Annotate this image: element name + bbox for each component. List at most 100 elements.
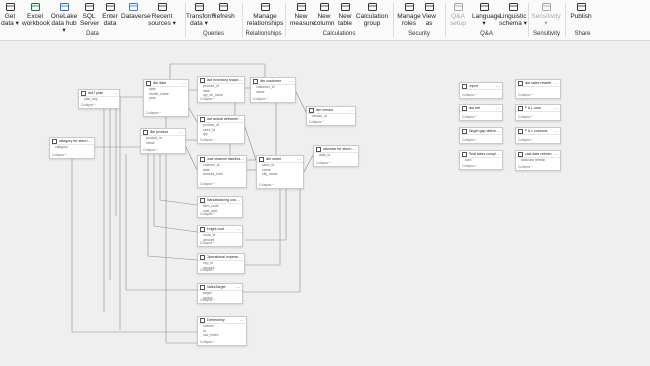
table-card-header[interactable]: category for store health⋯	[50, 138, 94, 145]
more-options-icon[interactable]: ⋯	[554, 81, 558, 86]
table-card-header[interactable]: freight cost ⋯	[198, 226, 242, 233]
collapse-toggle[interactable]: Collapse ^	[200, 97, 215, 101]
table-card-header[interactable]: dim outlet ⋯	[257, 156, 303, 163]
table-field[interactable]: date_id	[314, 153, 358, 158]
table-card[interactable]: fact7 plan ⋯ plan_key Collapse ^	[78, 89, 120, 109]
table-field[interactable]: category	[50, 145, 94, 150]
table-card[interactable]: last sales rewrite ⋯ Collapse ^	[515, 79, 561, 99]
collapse-toggle[interactable]: Collapse ^	[309, 120, 324, 124]
table-card[interactable]: fact inventory snapshot⋯product_iddateqt…	[197, 76, 245, 103]
collapse-toggle[interactable]: Collapse ^	[253, 97, 268, 101]
table-card[interactable]: Operational expense ⋯ exp_id amount Collapse…	[197, 253, 245, 274]
more-options-icon[interactable]: ⋯	[182, 81, 186, 86]
table-card-header[interactable]: Real sales complete⋯	[460, 151, 502, 158]
collapse-toggle[interactable]: Collapse ^	[200, 212, 215, 216]
more-options-icon[interactable]: ⋯	[88, 139, 92, 144]
collapse-toggle[interactable]: Collapse ^	[462, 115, 477, 119]
more-options-icon[interactable]: ⋯	[554, 129, 558, 134]
table-card[interactable]: dim product ⋯ product_id name Collapse ^	[140, 128, 186, 154]
more-options-icon[interactable]: ⋯	[238, 78, 242, 83]
more-options-icon[interactable]: ⋯	[179, 130, 183, 135]
table-card-header[interactable]: last refr ⋯	[460, 105, 502, 112]
table-card[interactable]: dim vendor ⋯ vendor_id Collapse ^	[306, 106, 356, 126]
table-card-header[interactable]: report ⋯	[460, 83, 502, 90]
more-options-icon[interactable]: ⋯	[496, 84, 500, 89]
more-options-icon[interactable]: ⋯	[236, 285, 240, 290]
table-card[interactable]: P & L columns ⋯ Collapse ^	[515, 127, 561, 144]
table-card[interactable]: report ⋯ Collapse ^	[459, 82, 503, 99]
more-options-icon[interactable]: ⋯	[297, 157, 301, 162]
table-card-header[interactable]: dim product ⋯	[141, 129, 185, 136]
collapse-toggle[interactable]: Collapse ^	[200, 340, 215, 344]
collapse-toggle[interactable]: Collapse ^	[518, 93, 533, 97]
table-card-header[interactable]: dim date ⋯	[144, 80, 188, 87]
collapse-toggle[interactable]: Collapse ^	[200, 241, 215, 245]
collapse-toggle[interactable]: Collapse ^	[259, 183, 274, 187]
table-field[interactable]: amount_total	[198, 172, 246, 177]
table-field[interactable]: city_name	[257, 172, 303, 177]
collapse-toggle[interactable]: Collapse ^	[146, 111, 161, 115]
more-options-icon[interactable]: ⋯	[236, 227, 240, 232]
more-options-icon[interactable]: ⋯	[496, 129, 500, 134]
table-card[interactable]: dim outlet ⋯ store_id name city_name Collapse…	[256, 155, 304, 189]
table-card[interactable]: P & L sum ⋯ Collapse ^	[515, 104, 561, 121]
table-card-header[interactable]: fact actual deliveries ⋯	[198, 116, 244, 123]
collapse-toggle[interactable]: Collapse ^	[200, 298, 215, 302]
table-card-header[interactable]: last sales rewrite ⋯	[516, 80, 560, 87]
collapse-toggle[interactable]: Collapse ^	[518, 138, 533, 142]
table-field[interactable]: data last refresh	[516, 158, 560, 163]
table-card[interactable]: freight cost ⋯ route_id amount Collapse ^	[197, 225, 243, 247]
collapse-toggle[interactable]: Collapse ^	[52, 153, 67, 157]
collapse-toggle[interactable]: Collapse ^	[200, 268, 215, 272]
collapse-toggle[interactable]: Collapse ^	[81, 103, 96, 107]
collapse-toggle[interactable]: Collapse ^	[462, 93, 477, 97]
table-card[interactable]: Zrefreshmy ⋯ column id row_index Collapse ^	[197, 316, 247, 346]
collapse-toggle[interactable]: Collapse ^	[316, 161, 331, 165]
table-card[interactable]: dim date ⋯ date month_name year Collapse ^	[143, 79, 189, 117]
more-options-icon[interactable]: ⋯	[240, 318, 244, 323]
more-options-icon[interactable]: ⋯	[289, 79, 293, 84]
table-field[interactable]: year	[144, 96, 188, 101]
table-field[interactable]: row_index	[198, 333, 246, 338]
table-card[interactable]: calendar for store model⋯date_id Collapse…	[313, 145, 359, 167]
table-card[interactable]: fact actual deliveries ⋯ product_id store_i…	[197, 115, 245, 144]
table-field[interactable]: sum	[460, 158, 502, 163]
table-card-header[interactable]: post channel distribution⋯	[198, 156, 246, 163]
table-card[interactable]: Target gap deliveries⋯ Collapse ^	[459, 127, 503, 144]
collapse-toggle[interactable]: Collapse ^	[462, 138, 477, 142]
more-options-icon[interactable]: ⋯	[496, 106, 500, 111]
more-options-icon[interactable]: ⋯	[113, 91, 117, 96]
more-options-icon[interactable]: ⋯	[352, 147, 356, 152]
table-field[interactable]: name	[141, 141, 185, 146]
collapse-toggle[interactable]: Collapse ^	[518, 165, 533, 169]
collapse-toggle[interactable]: Collapse ^	[200, 182, 215, 186]
table-card[interactable]: category for store health⋯category Collap…	[49, 137, 95, 159]
more-options-icon[interactable]: ⋯	[554, 152, 558, 157]
table-card[interactable]: Last data refresh ⋯ data last refresh Colla…	[515, 150, 561, 171]
collapse-toggle[interactable]: Collapse ^	[518, 115, 533, 119]
collapse-toggle[interactable]: Collapse ^	[462, 164, 477, 168]
more-options-icon[interactable]: ⋯	[238, 117, 242, 122]
table-card-header[interactable]: dim customer ⋯	[251, 78, 295, 85]
table-card[interactable]: SalesTarget ⋯ target period Collapse ^	[197, 283, 243, 304]
table-card-header[interactable]: fact7 plan ⋯	[79, 90, 119, 97]
table-card-header[interactable]: Zrefreshmy ⋯	[198, 317, 246, 324]
table-card-header[interactable]: Target gap deliveries⋯	[460, 128, 502, 135]
more-options-icon[interactable]: ⋯	[236, 198, 240, 203]
more-options-icon[interactable]: ⋯	[238, 255, 242, 260]
table-field[interactable]: plan_key	[79, 97, 119, 102]
table-card-header[interactable]: P & L sum ⋯	[516, 105, 560, 112]
table-card-header[interactable]: P & L columns ⋯	[516, 128, 560, 135]
table-card-header[interactable]: Operational expense ⋯	[198, 254, 244, 261]
table-card[interactable]: Real sales complete⋯sumCollapse ^	[459, 150, 503, 170]
more-options-icon[interactable]: ⋯	[240, 157, 244, 162]
more-options-icon[interactable]: ⋯	[554, 106, 558, 111]
table-card-header[interactable]: dim vendor ⋯	[307, 107, 355, 114]
table-card[interactable]: last refr ⋯ Collapse ^	[459, 104, 503, 121]
table-card[interactable]: post channel distribution⋯channel_iddate…	[197, 155, 247, 188]
table-card-header[interactable]: Manufacturing cost ⋯	[198, 197, 242, 204]
collapse-toggle[interactable]: Collapse ^	[143, 148, 158, 152]
table-card-header[interactable]: SalesTarget ⋯	[198, 284, 242, 291]
table-card-header[interactable]: Last data refresh ⋯	[516, 151, 560, 158]
table-card[interactable]: Manufacturing cost ⋯ item_code cost_amt Coll…	[197, 196, 243, 218]
